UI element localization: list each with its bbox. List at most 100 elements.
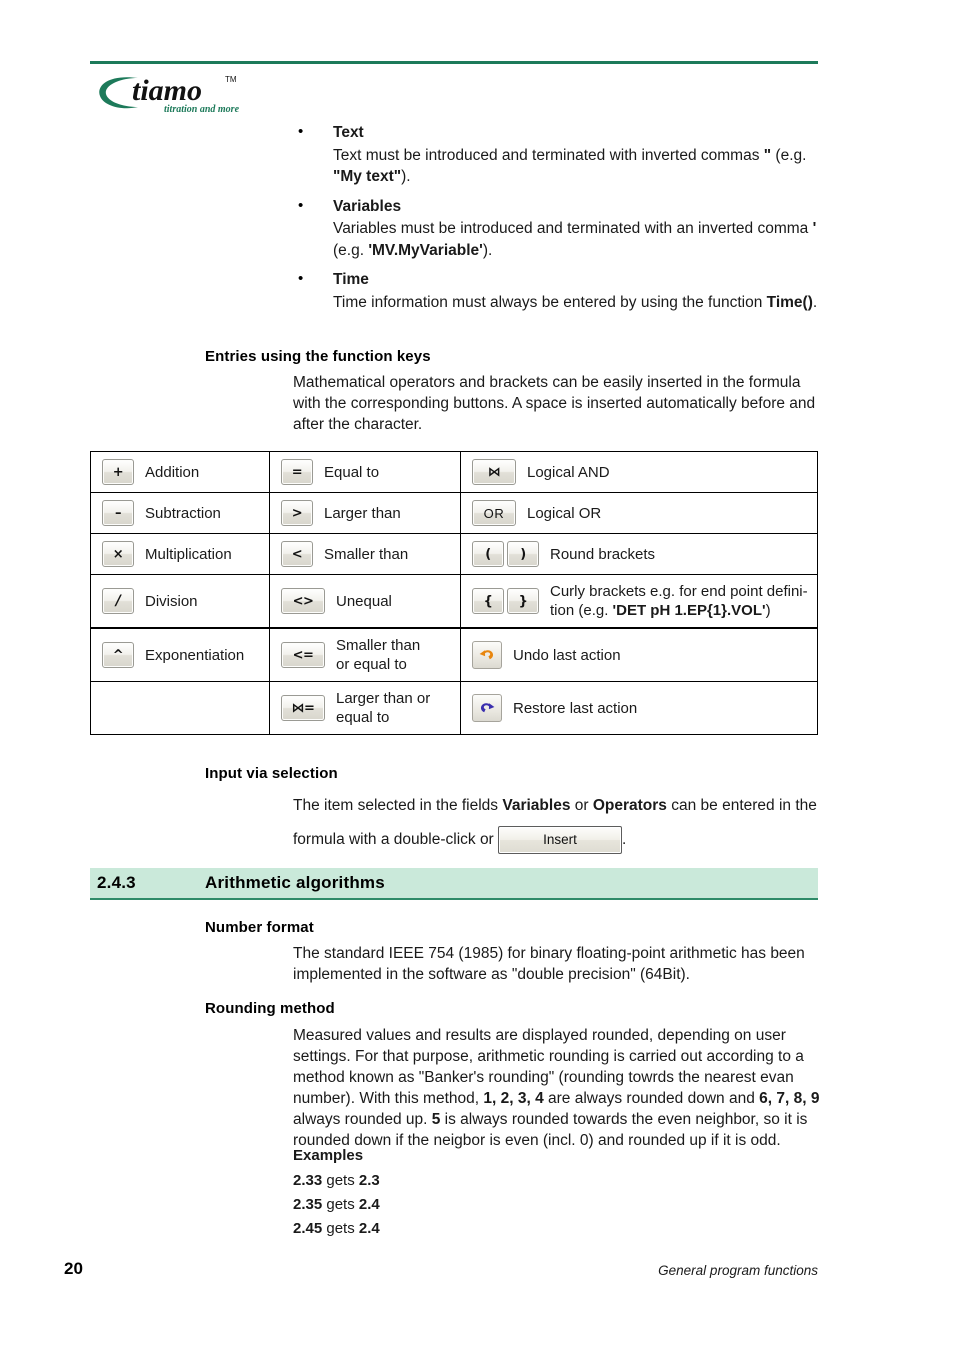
- cell-logical-or: OR Logical OR: [460, 492, 818, 534]
- function-keys-table: + Addition = Equal to ⋈ Logical AND – Su…: [90, 451, 818, 735]
- plain-text: Text must be introduced and terminated w…: [333, 146, 764, 164]
- cell-redo: Restore last action: [460, 681, 818, 735]
- paragraph-input-via-selection: The item selected in the fields Variable…: [293, 789, 823, 857]
- logical-or-key-icon[interactable]: OR: [472, 500, 516, 526]
- key-label: Logical AND: [527, 463, 610, 481]
- close-paren-key-icon[interactable]: ): [507, 541, 539, 567]
- plain-text: Variables must be introduced and termina…: [333, 220, 813, 237]
- svg-text:tiamo: tiamo: [132, 74, 202, 107]
- key-label: Larger than or equal to: [336, 689, 430, 727]
- page-number: 20: [64, 1259, 83, 1278]
- bullet-body: Time information must always be entered …: [333, 292, 825, 314]
- key-label-line2: or equal to: [336, 656, 407, 673]
- emphasised-text: "My text": [333, 168, 402, 185]
- cell-larger-or-equal: ⋈= Larger than or equal to: [269, 681, 461, 735]
- insert-button[interactable]: Insert: [498, 825, 623, 854]
- greater-than-key-icon[interactable]: >: [281, 500, 313, 526]
- field-name-variables: Variables: [502, 797, 571, 814]
- table-row: ^ Exponentiation <= Smaller than or equa…: [90, 627, 818, 682]
- text-post: can be entered in the: [666, 797, 817, 814]
- less-than-key-icon[interactable]: <: [281, 541, 313, 567]
- list-item: Text Text must be introduced and termina…: [295, 121, 825, 188]
- example-verb: gets: [326, 1172, 355, 1189]
- key-label: Curly brackets e.g. for end point defini…: [550, 582, 808, 620]
- key-label-line2: equal to: [336, 709, 390, 726]
- cell-addition: + Addition: [90, 451, 270, 493]
- cell-multiplication: × Multiplication: [90, 533, 270, 575]
- example-to: 2.3: [358, 1172, 380, 1189]
- emphasised-text: 'MV.MyVariable': [368, 241, 483, 259]
- plus-key-icon[interactable]: +: [102, 459, 134, 485]
- section-number: 2.4.3: [97, 873, 136, 892]
- logical-and-key-icon[interactable]: ⋈: [472, 459, 516, 485]
- bullet-body: Text must be introduced and terminated w…: [333, 145, 825, 188]
- key-label: Exponentiation: [145, 646, 245, 664]
- key-label: Subtraction: [145, 504, 221, 522]
- paragraph-function-keys: Mathematical operators and brackets can …: [293, 374, 816, 433]
- cell-round-brackets: ( ) Round brackets: [460, 533, 818, 575]
- svg-text:titration and more: titration and more: [164, 104, 240, 115]
- key-label: Unequal: [336, 592, 392, 610]
- key-label: Addition: [145, 463, 200, 481]
- table-row: – Subtraction > Larger than OR Logical O…: [90, 492, 818, 534]
- key-label-line1: Larger than or: [336, 690, 431, 707]
- cell-unequal: <> Unequal: [269, 574, 461, 629]
- list-item: Variables Variables must be introduced a…: [295, 195, 825, 262]
- examples-list: 2.33 gets 2.3 2.35 gets 2.4 2.45 gets 2.…: [293, 1169, 823, 1241]
- example-to: 2.4: [358, 1196, 380, 1213]
- example-verb: gets: [326, 1220, 355, 1237]
- unequal-key-icon[interactable]: <>: [281, 588, 325, 614]
- table-row: / Division <> Unequal { } Curly brackets…: [90, 574, 818, 629]
- cell-smaller-or-equal: <= Smaller than or equal to: [269, 627, 461, 682]
- multiply-key-icon[interactable]: ×: [102, 541, 134, 567]
- heading-rounding-method: Rounding method: [205, 1000, 335, 1017]
- table-row: + Addition = Equal to ⋈ Logical AND: [90, 451, 818, 493]
- example-verb: gets: [326, 1196, 355, 1213]
- minus-key-icon[interactable]: –: [102, 500, 134, 526]
- document-page: tiamo TM titration and more Text Text mu…: [0, 0, 954, 1351]
- less-equal-key-icon[interactable]: <=: [281, 642, 325, 668]
- undo-icon[interactable]: [472, 641, 502, 669]
- open-curly-key-icon[interactable]: {: [472, 588, 504, 614]
- plain-text: are always rounded down and: [543, 1090, 760, 1107]
- running-head: General program functions: [658, 1263, 818, 1278]
- plain-text: always rounded up.: [293, 1111, 432, 1128]
- heading-number-format: Number format: [205, 919, 314, 936]
- equals-key-icon[interactable]: =: [281, 459, 313, 485]
- key-label: Round brackets: [550, 545, 656, 563]
- tiamo-logo-mark: tiamo TM titration and more: [99, 74, 240, 115]
- example-from: 2.33: [293, 1172, 323, 1189]
- heading-function-keys: Entries using the function keys: [205, 348, 431, 365]
- svg-text:TM: TM: [225, 75, 237, 84]
- bullet-body: Variables must be introduced and termina…: [333, 218, 825, 261]
- key-label: Equal to: [324, 463, 380, 481]
- redo-icon[interactable]: [472, 694, 502, 722]
- emphasised-text: ': [812, 220, 817, 237]
- round-brackets-key-icon[interactable]: ( ): [472, 541, 539, 567]
- bullet-term: Text: [333, 124, 364, 141]
- greater-equal-key-icon[interactable]: ⋈=: [281, 695, 325, 721]
- exponent-key-icon[interactable]: ^: [102, 642, 134, 668]
- section-banner: 2.4.3 Arithmetic algorithms: [90, 868, 818, 900]
- open-paren-key-icon[interactable]: (: [472, 541, 504, 567]
- bullet-term: Variables: [333, 197, 402, 215]
- plain-text: ).: [401, 168, 411, 185]
- text-line2-post: .: [622, 831, 627, 848]
- plain-text: ).: [482, 241, 493, 259]
- key-label: Logical OR: [527, 504, 602, 522]
- plain-text: (e.g.: [771, 146, 807, 164]
- cell-logical-and: ⋈ Logical AND: [460, 451, 818, 493]
- table-row: ⋈= Larger than or equal to Restore last …: [90, 681, 818, 735]
- table-row: × Multiplication < Smaller than ( ) Roun…: [90, 533, 818, 575]
- key-label: Restore last action: [513, 699, 638, 717]
- curly-brackets-key-icon[interactable]: { }: [472, 588, 539, 614]
- cell-subtraction: – Subtraction: [90, 492, 270, 534]
- key-label-line2-pre: tion (e.g.: [550, 602, 613, 619]
- text-pre: The item selected in the fields: [293, 797, 503, 814]
- syntax-bullet-list: Text Text must be introduced and termina…: [295, 121, 825, 321]
- close-curly-key-icon[interactable]: }: [507, 588, 539, 614]
- divide-key-icon[interactable]: /: [102, 588, 134, 614]
- key-label: Smaller than: [324, 545, 409, 563]
- tiamo-logo: tiamo TM titration and more: [92, 66, 292, 118]
- paragraph-number-format: The standard IEEE 754 (1985) for binary …: [293, 945, 805, 983]
